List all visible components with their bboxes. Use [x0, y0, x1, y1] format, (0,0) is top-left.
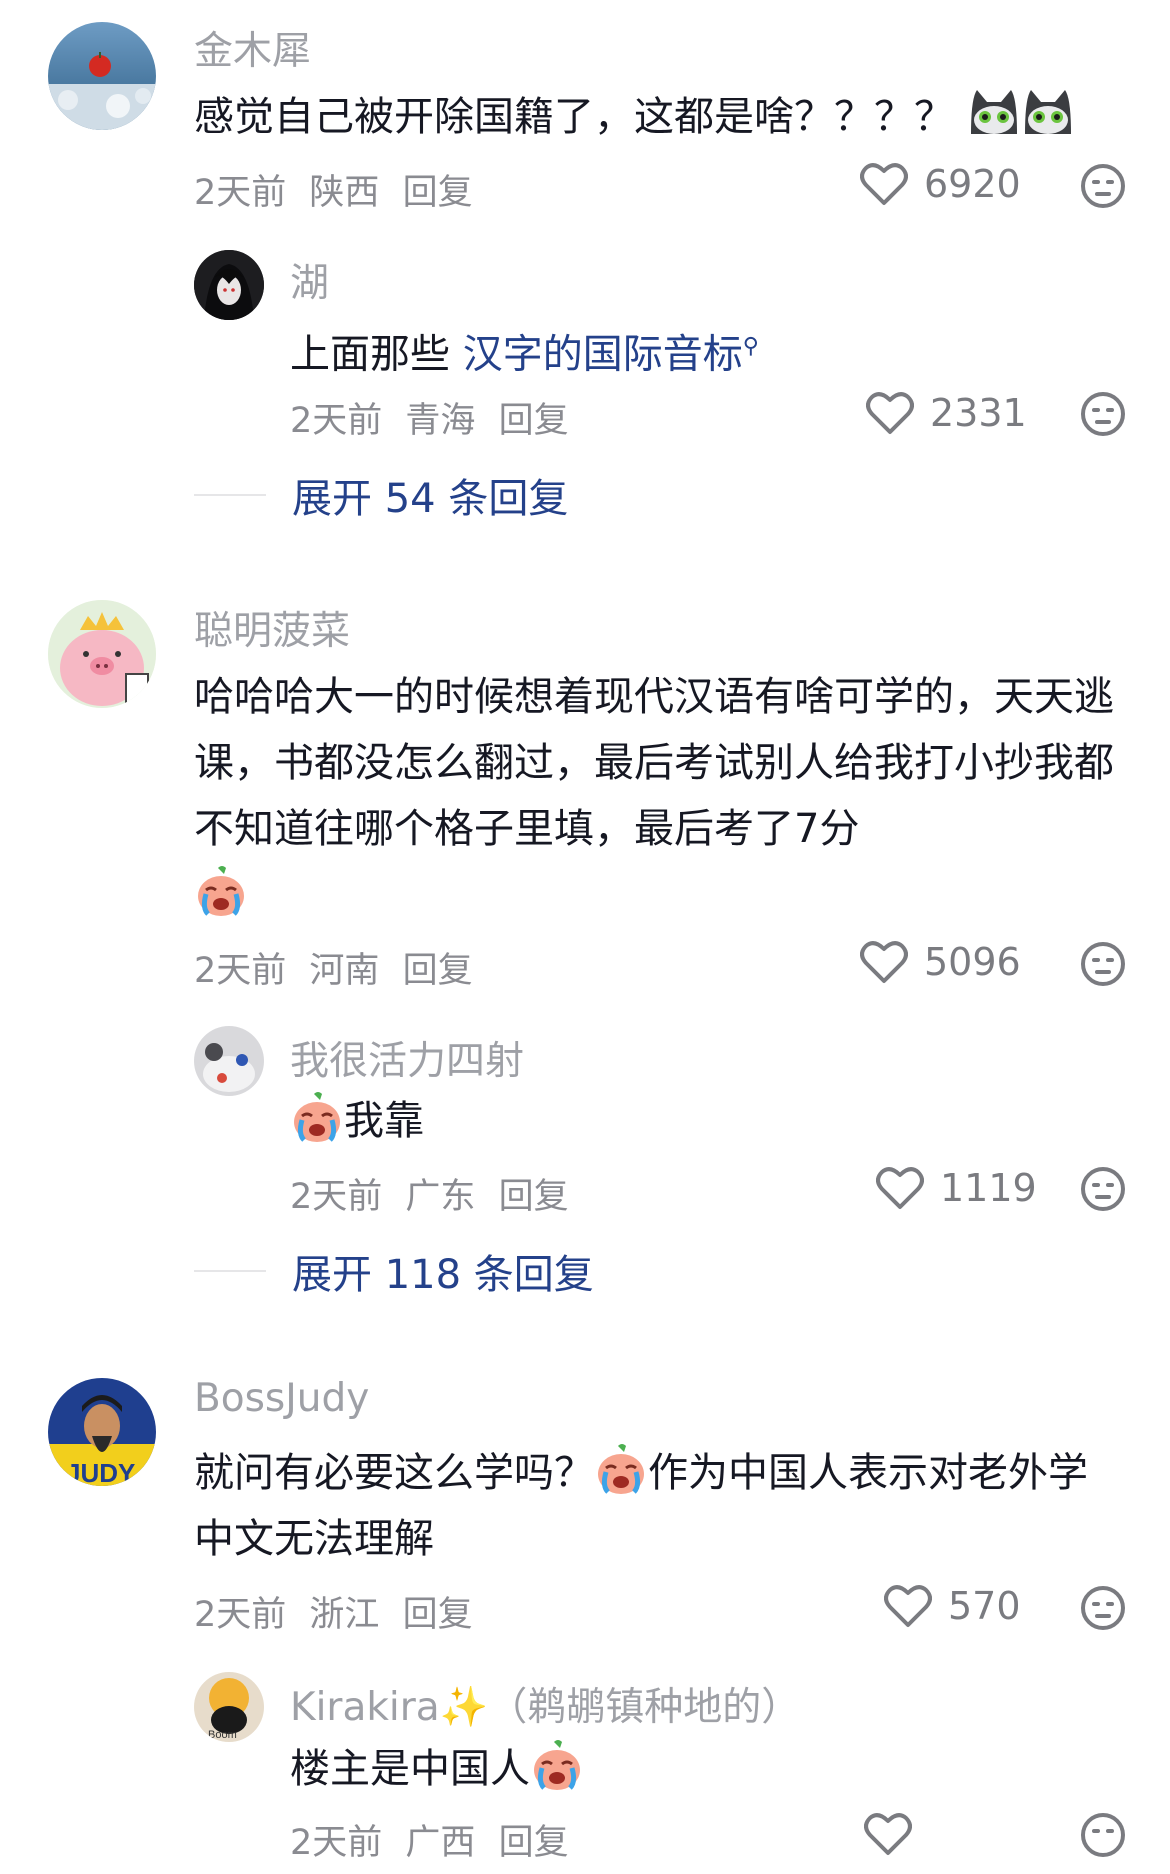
heart-outline-icon: [884, 1585, 932, 1627]
like-button[interactable]: 570: [884, 1584, 1021, 1628]
comment-author[interactable]: 金木犀: [194, 20, 311, 76]
avatar[interactable]: [194, 1026, 264, 1096]
svg-text:JUDY: JUDY: [66, 1458, 135, 1486]
expand-replies-label[interactable]: 展开 118 条回复: [292, 1242, 594, 1300]
reply-meta: 2天前 青海 回复: [290, 392, 581, 443]
like-button[interactable]: 2331: [866, 391, 1027, 435]
comment-text: 就问有必要这么学吗？ 作为中国人表示对老外学中文无法理解: [194, 1440, 1114, 1572]
reply-button[interactable]: 回复: [499, 1177, 569, 1217]
like-count: 2331: [930, 391, 1027, 435]
avatar[interactable]: [48, 22, 156, 130]
comment-text: 感觉自己被开除国籍了，这都是啥？？？？: [194, 84, 1075, 160]
divider: [194, 494, 266, 496]
like-count: 570: [948, 1584, 1021, 1628]
neutral-face-icon: [1081, 392, 1125, 436]
expand-replies-button[interactable]: 展开 118 条回复: [194, 1242, 594, 1300]
crying-face-emoji: [290, 1090, 344, 1144]
comment-time: 2天前: [194, 951, 287, 991]
reply-text-content: 上面那些: [290, 331, 463, 378]
comment-time: 2天前: [194, 1595, 287, 1635]
reply-author[interactable]: 我很活力四射: [290, 1030, 524, 1086]
avatar[interactable]: [48, 600, 156, 708]
reply-button[interactable]: 回复: [403, 173, 473, 213]
neutral-face-icon: [1081, 1167, 1125, 1211]
reply-button[interactable]: 回复: [499, 1823, 569, 1863]
like-button[interactable]: 1119: [876, 1166, 1037, 1210]
crying-face-emoji: [530, 1738, 584, 1792]
dislike-button[interactable]: [1080, 391, 1126, 441]
like-count: 6920: [924, 162, 1021, 206]
comment-text: 哈哈哈大一的时候想着现代汉语有啥可学的，天天逃课，书都没怎么翻过，最后考试别人给…: [194, 664, 1114, 928]
search-link[interactable]: 汉字的国际音标: [463, 331, 743, 377]
cat-emoji: [967, 84, 1075, 160]
dislike-button[interactable]: [1080, 1585, 1126, 1635]
comment-list: 金木犀 感觉自己被开除国籍了，这都是啥？？？？ 2天前 陕西 回复 6920 湖…: [0, 0, 1170, 1874]
heart-outline-icon: [860, 941, 908, 983]
comment-author[interactable]: BossJudy: [194, 1376, 369, 1421]
reply-author-suffix: （鹈鹕镇种地的）: [488, 1685, 801, 1730]
comment-location: 浙江: [309, 1595, 380, 1635]
reply-text: 上面那些 汉字的国际音标⚲: [290, 314, 759, 387]
comment-text-content: 感觉自己被开除国籍了，这都是啥？？？？: [194, 94, 954, 140]
comment-meta: 2天前 河南 回复: [194, 942, 485, 993]
comment-meta: 2天前 浙江 回复: [194, 1586, 485, 1637]
comment-meta: 2天前 陕西 回复: [194, 164, 485, 215]
expand-replies-label[interactable]: 展开 54 条回复: [292, 466, 568, 524]
reply-meta: 2天前 广东 回复: [290, 1168, 581, 1219]
like-button[interactable]: 6920: [860, 162, 1021, 206]
dislike-button[interactable]: [1080, 941, 1126, 991]
sparkles-emoji: ✨: [439, 1685, 489, 1730]
comment-author[interactable]: 聪明菠菜: [194, 600, 350, 656]
crying-face-emoji: [594, 1442, 648, 1496]
comment-time: 2天前: [194, 173, 287, 213]
reply-text-content: 楼主是中国人: [290, 1746, 530, 1792]
reply-time: 2天前: [290, 401, 383, 441]
dislike-button[interactable]: [1080, 163, 1126, 213]
reply-location: 青海: [405, 401, 476, 441]
expand-replies-button[interactable]: 展开 54 条回复: [194, 466, 568, 524]
heart-outline-icon: [860, 163, 908, 205]
comment-text-content: 就问有必要这么学吗？: [194, 1450, 594, 1496]
like-button[interactable]: [864, 1812, 928, 1856]
reply-text-content: 我靠: [344, 1098, 424, 1144]
divider: [194, 1270, 266, 1272]
avatar[interactable]: JUDY: [48, 1378, 156, 1486]
comment-location: 陕西: [309, 173, 380, 213]
reply-author-name[interactable]: Kirakira: [290, 1685, 440, 1730]
neutral-face-icon: [1081, 1586, 1125, 1630]
reply-time: 2天前: [290, 1823, 383, 1863]
dislike-button[interactable]: [1080, 1812, 1126, 1862]
reply-location: 广西: [405, 1823, 476, 1863]
heart-outline-icon: [866, 392, 914, 434]
comment-location: 河南: [309, 951, 380, 991]
reply-button[interactable]: 回复: [403, 951, 473, 991]
comment-text-content: 哈哈哈大一的时候想着现代汉语有啥可学的，天天逃课，书都没怎么翻过，最后考试别人给…: [194, 674, 1114, 852]
reply-button[interactable]: 回复: [403, 1595, 473, 1635]
reply-location: 广东: [405, 1177, 476, 1217]
heart-outline-icon: [876, 1167, 924, 1209]
svg-text:Boom: Boom: [208, 1729, 237, 1741]
crying-face-emoji: [194, 864, 248, 918]
reply-time: 2天前: [290, 1177, 383, 1217]
search-icon[interactable]: ⚲: [743, 334, 759, 359]
reply-button[interactable]: 回复: [499, 401, 569, 441]
avatar[interactable]: [194, 250, 264, 320]
reply-author[interactable]: 湖: [290, 252, 329, 308]
neutral-face-icon: [1081, 1813, 1125, 1857]
neutral-face-icon: [1081, 164, 1125, 208]
reply-meta: 2天前 广西 回复: [290, 1814, 581, 1865]
like-button[interactable]: 5096: [860, 940, 1021, 984]
like-count: 5096: [924, 940, 1021, 984]
neutral-face-icon: [1081, 942, 1125, 986]
heart-outline-icon: [864, 1813, 912, 1855]
dislike-button[interactable]: [1080, 1166, 1126, 1216]
like-count: 1119: [940, 1166, 1037, 1210]
avatar[interactable]: Boom: [194, 1672, 264, 1742]
reply-text: 楼主是中国人: [290, 1736, 584, 1802]
reply-author[interactable]: Kirakira✨（鹈鹕镇种地的）: [290, 1676, 800, 1732]
reply-text: 我靠: [290, 1088, 424, 1154]
